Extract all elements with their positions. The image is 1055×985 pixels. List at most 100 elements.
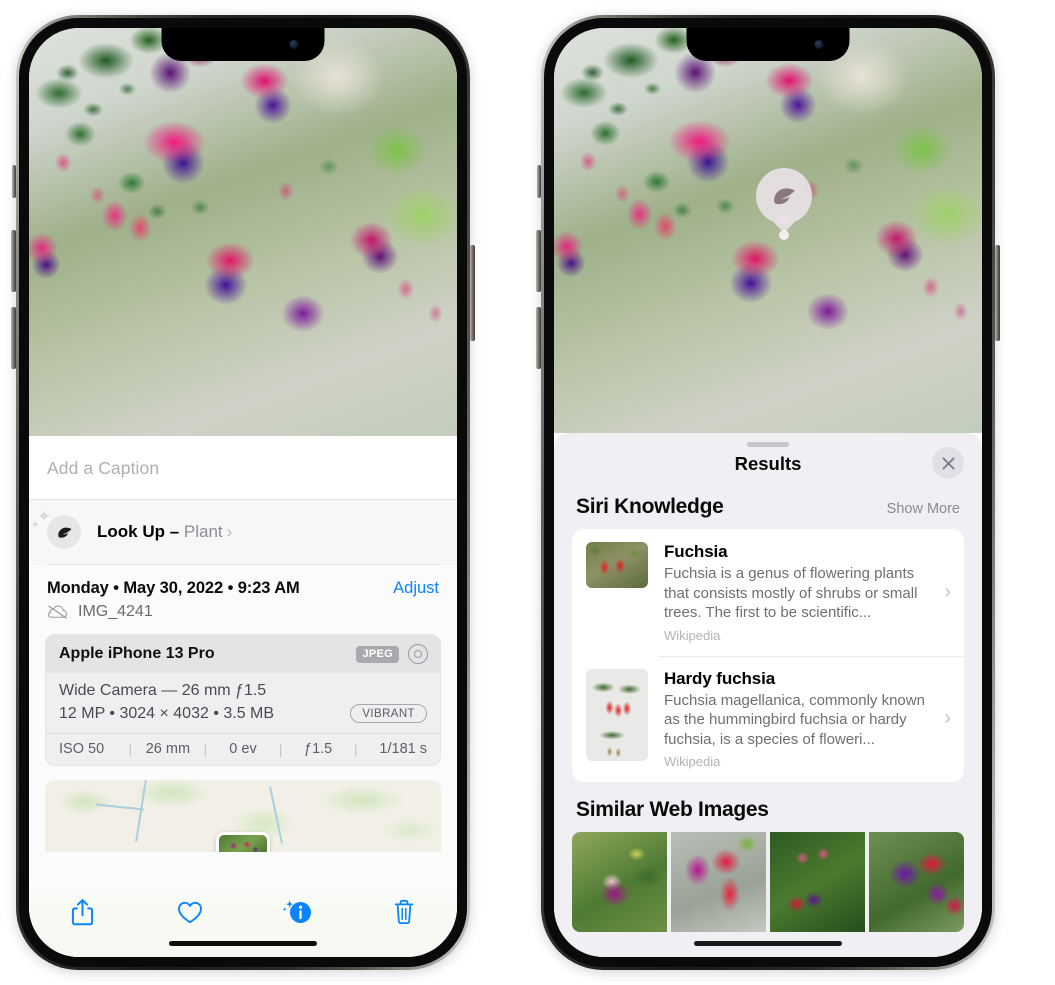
silent-switch[interactable] <box>12 165 16 198</box>
section-title: Siri Knowledge <box>576 495 724 518</box>
notch <box>161 28 325 61</box>
look-up-row[interactable]: ✦ ✦ Look Up – Plant › <box>29 500 457 565</box>
side-power-button[interactable] <box>995 245 1000 341</box>
volume-down-button[interactable] <box>536 307 541 369</box>
knowledge-title: Hardy fuchsia <box>664 668 776 688</box>
right-iphone-device: Results Siri Knowledge Show More Fuchsia… <box>536 15 1000 970</box>
results-title: Results <box>734 453 802 474</box>
notch <box>686 28 850 61</box>
info-button[interactable] <box>270 892 324 932</box>
web-image-tile[interactable] <box>770 832 865 932</box>
photo-fuchsia-image[interactable] <box>554 28 982 433</box>
list-item[interactable]: Fuchsia Fuchsia is a genus of flowering … <box>572 529 964 656</box>
camera-info-card: Apple iPhone 13 Pro JPEG Wide Camera — 2… <box>45 634 441 766</box>
close-button[interactable] <box>932 447 964 479</box>
leaf-icon <box>57 527 71 538</box>
heart-icon <box>177 901 202 924</box>
front-camera-icon <box>289 40 299 49</box>
web-image-tile[interactable] <box>572 832 667 932</box>
knowledge-description: Fuchsia is a genus of flowering plants t… <box>664 565 918 621</box>
home-indicator[interactable] <box>694 941 842 946</box>
photographic-style-badge: VIBRANT <box>350 704 427 723</box>
share-button[interactable] <box>56 892 110 932</box>
share-icon <box>71 899 94 926</box>
side-power-button[interactable] <box>470 245 475 341</box>
adjust-button[interactable]: Adjust <box>393 579 439 598</box>
map-photo-pin[interactable] <box>216 832 270 852</box>
exif-ev: 0 ev <box>229 741 257 757</box>
size-info: 12 MP • 3024 × 4032 • 3.5 MB <box>59 704 275 722</box>
lens-info: Wide Camera — 26 mm ƒ1.5 <box>59 682 267 699</box>
chevron-right-icon: › <box>944 580 951 603</box>
knowledge-source: Wikipedia <box>664 627 721 643</box>
visual-lookup-bubble[interactable] <box>756 168 812 240</box>
silent-switch[interactable] <box>537 165 541 198</box>
knowledge-source: Wikipedia <box>664 754 721 769</box>
knowledge-title: Fuchsia <box>664 542 728 561</box>
web-image-tile[interactable] <box>869 832 964 932</box>
camera-exif-stats: ISO 50 | 26 mm | 0 ev | ƒ1.5 | 1/181 s <box>46 733 440 765</box>
right-phone-screen: Results Siri Knowledge Show More Fuchsia… <box>554 28 982 957</box>
exif-focal: 26 mm <box>145 741 191 757</box>
location-map[interactable] <box>45 780 441 852</box>
date-row: Monday • May 30, 2022 • 9:23 AM Adjust <box>29 565 457 598</box>
delete-button[interactable] <box>377 892 431 932</box>
knowledge-body: Fuchsia Fuchsia is a genus of flowering … <box>648 542 942 643</box>
section-title: Similar Web Images <box>576 798 769 821</box>
exif-shutter: 1/181 s <box>379 741 427 757</box>
bubble-anchor-dot <box>779 230 789 240</box>
volume-down-button[interactable] <box>11 307 16 369</box>
knowledge-description: Fuchsia magellanica, commonly known as t… <box>664 691 925 748</box>
photo-fuchsia-image[interactable] <box>29 28 457 436</box>
look-up-prefix: Look Up – <box>97 522 184 541</box>
camera-card-header: Apple iPhone 13 Pro JPEG <box>46 635 440 673</box>
look-up-label: Look Up – Plant › <box>97 522 232 542</box>
web-image-tile[interactable] <box>671 832 766 932</box>
photo-date: Monday • May 30, 2022 • 9:23 AM <box>47 579 300 597</box>
knowledge-thumbnail <box>586 542 648 588</box>
map-river-line <box>268 786 283 844</box>
exif-divider: | <box>278 741 283 757</box>
raw-toggle-icon[interactable] <box>408 644 428 664</box>
volume-up-button[interactable] <box>536 230 541 292</box>
screenshot-stage: Add a Caption ✦ ✦ Look Up – Plant › Mond… <box>0 0 1055 985</box>
look-up-subject: Plant <box>183 522 223 541</box>
trash-icon <box>394 899 413 925</box>
chevron-right-icon: › <box>226 522 233 541</box>
caption-input[interactable]: Add a Caption <box>47 458 439 479</box>
camera-header-badges: JPEG <box>356 644 428 664</box>
home-indicator[interactable] <box>169 941 317 946</box>
photo-info-sheet: Add a Caption ✦ ✦ Look Up – Plant › Mond… <box>29 436 457 957</box>
caption-row[interactable]: Add a Caption <box>29 436 457 500</box>
camera-card-body: Wide Camera — 26 mm ƒ1.5 12 MP • 3024 × … <box>46 673 440 733</box>
close-icon <box>942 457 954 469</box>
exif-aperture: ƒ1.5 <box>304 741 333 757</box>
knowledge-body: Hardy fuchsia Fuchsia magellanica, commo… <box>648 669 942 770</box>
results-sheet: Results Siri Knowledge Show More Fuchsia… <box>554 433 982 957</box>
siri-knowledge-card: Fuchsia Fuchsia is a genus of flowering … <box>572 529 964 782</box>
exif-divider: | <box>203 741 208 757</box>
left-phone-bezel: Add a Caption ✦ ✦ Look Up – Plant › Mond… <box>19 18 467 967</box>
map-pin-thumbnail <box>219 835 267 852</box>
camera-model: Apple iPhone 13 Pro <box>59 645 215 662</box>
show-more-button[interactable]: Show More <box>887 501 960 517</box>
chevron-right-icon: › <box>944 707 951 730</box>
size-info-row: 12 MP • 3024 × 4032 • 3.5 MB VIBRANT <box>59 704 427 723</box>
results-header: Results <box>554 447 982 489</box>
filename-row: IMG_4241 <box>29 598 457 634</box>
favorite-button[interactable] <box>163 892 217 932</box>
right-phone-bezel: Results Siri Knowledge Show More Fuchsia… <box>544 18 992 967</box>
sparkle-icon-small: ✦ <box>31 520 40 531</box>
left-phone-screen: Add a Caption ✦ ✦ Look Up – Plant › Mond… <box>29 28 457 957</box>
volume-up-button[interactable] <box>11 230 16 292</box>
icloud-slash-icon <box>47 605 68 619</box>
exif-divider: | <box>353 741 358 757</box>
similar-web-images-header: Similar Web Images <box>554 782 982 830</box>
photo-filename: IMG_4241 <box>78 603 153 620</box>
exif-iso: ISO 50 <box>59 741 105 757</box>
map-river-line <box>135 780 147 842</box>
list-item[interactable]: Hardy fuchsia Fuchsia magellanica, commo… <box>572 655 964 783</box>
knowledge-thumbnail <box>586 668 648 761</box>
left-iphone-device: Add a Caption ✦ ✦ Look Up – Plant › Mond… <box>11 15 475 970</box>
exif-divider: | <box>128 741 133 757</box>
